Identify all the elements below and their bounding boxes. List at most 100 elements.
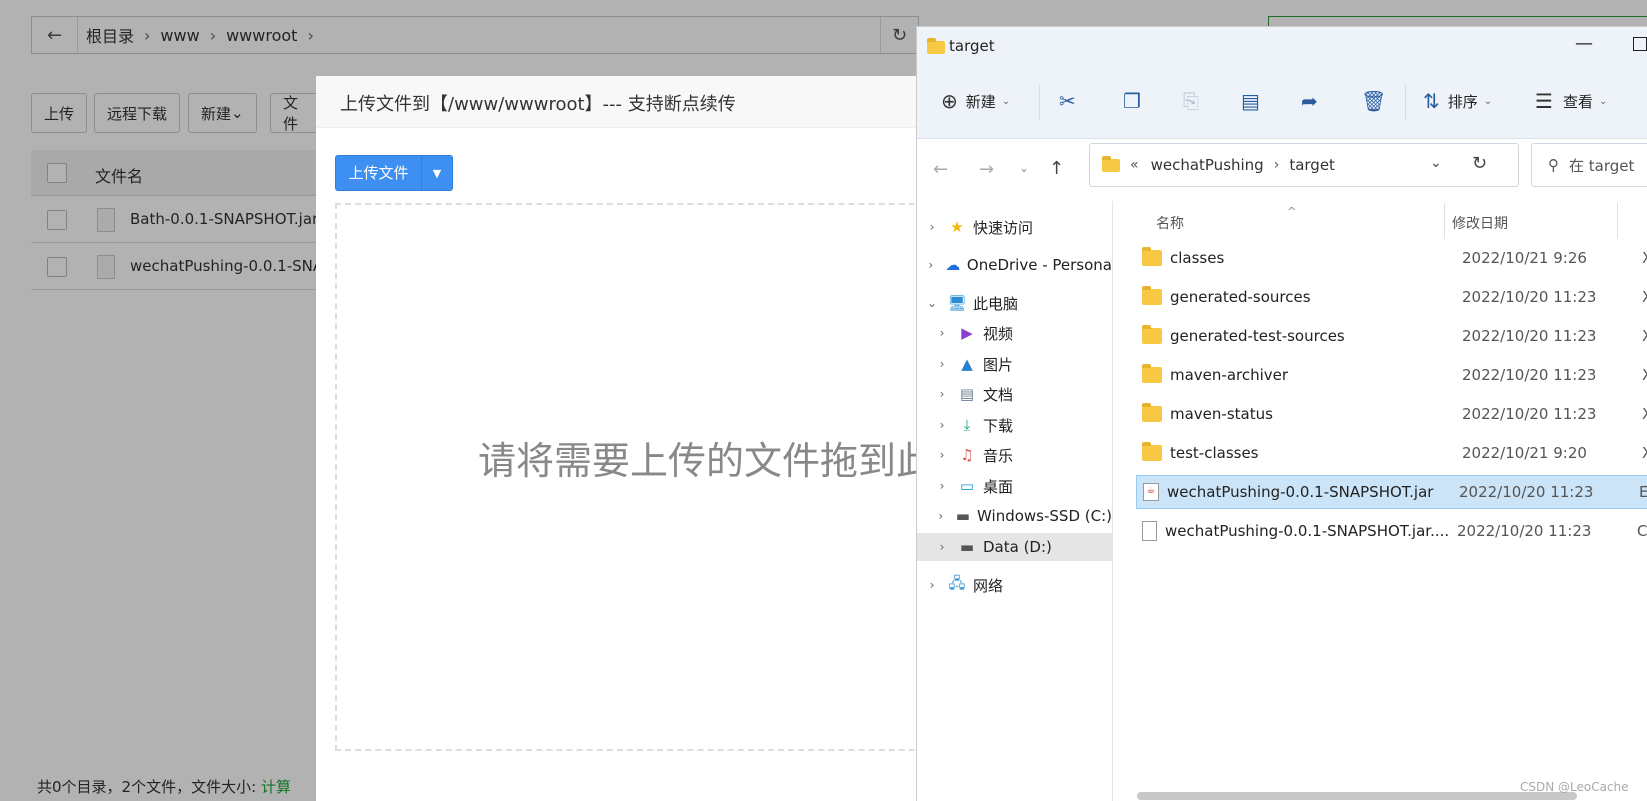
sort-arrows-icon: ⇅ <box>1423 89 1440 113</box>
paste-icon[interactable]: ⎘ <box>1183 89 1199 113</box>
toolbar-divider <box>1405 85 1406 121</box>
drive-icon: ▬ <box>955 507 970 525</box>
document-icon: ▤ <box>959 385 975 403</box>
file-date: 2022/10/20 11:23 <box>1462 288 1597 306</box>
chevron-down-icon[interactable]: ⌄ <box>1430 155 1442 171</box>
chevron-down-icon: ⌄ <box>926 296 938 310</box>
chevron-down-icon: ⌄ <box>1001 95 1011 107</box>
chevron-down-icon: ⌄ <box>1598 95 1608 107</box>
address-bar[interactable]: « wechatPushing › target ⌄ ↻ <box>1089 143 1519 187</box>
horizontal-scrollbar[interactable] <box>1137 792 1577 800</box>
chevron-right-icon: › <box>938 509 944 523</box>
nav-item-quick-access[interactable]: › ★ 快速访问 <box>917 213 1112 241</box>
cloud-icon: ☁ <box>945 256 961 274</box>
minimize-icon[interactable]: — <box>1575 33 1593 54</box>
chevron-right-icon: › <box>939 418 945 432</box>
caret-down-icon[interactable]: ▼ <box>422 167 452 180</box>
upload-file-button[interactable]: 上传文件 ▼ <box>335 155 453 191</box>
list-item[interactable]: generated-sources 2022/10/20 11:23 X <box>1136 280 1647 314</box>
sort-button[interactable]: ⇅ 排序 ⌄ <box>1423 89 1492 113</box>
maximize-icon[interactable] <box>1633 37 1647 51</box>
chevron-right-icon: › <box>939 387 945 401</box>
folder-icon <box>1142 325 1162 344</box>
desktop-icon: ▭ <box>959 477 975 495</box>
folder-icon <box>1142 286 1162 305</box>
file-name: classes <box>1170 249 1225 267</box>
nav-label: Windows-SSD (C:) <box>977 507 1112 525</box>
file-date: 2022/10/20 11:23 <box>1462 405 1597 423</box>
new-item-button[interactable]: ⊕ 新建 ⌄ <box>941 89 1010 113</box>
list-item[interactable]: generated-test-sources 2022/10/20 11:23 X <box>1136 319 1647 353</box>
address-part-target[interactable]: target <box>1289 156 1335 174</box>
file-type: X <box>1642 288 1647 306</box>
file-name: wechatPushing-0.0.1-SNAPSHOT.jar.... <box>1165 522 1450 540</box>
file-type: X <box>1642 444 1647 462</box>
rename-icon[interactable]: ▤ <box>1241 89 1260 113</box>
nav-label: 文档 <box>983 385 1014 404</box>
music-icon: ♫ <box>960 446 974 464</box>
file-name: test-classes <box>1170 444 1259 462</box>
nav-label: 视频 <box>983 324 1014 343</box>
file-date: 2022/10/20 11:23 <box>1457 522 1592 540</box>
chevron-right-icon: › <box>939 540 945 554</box>
file-date: 2022/10/21 9:20 <box>1462 444 1587 462</box>
upload-file-button-label: 上传文件 <box>336 156 422 190</box>
file-date: 2022/10/20 11:23 <box>1462 327 1597 345</box>
refresh-icon[interactable]: ↻ <box>1472 153 1487 174</box>
toolbar-divider <box>1039 85 1040 121</box>
overflow-chevron-icon[interactable]: « <box>1130 157 1139 173</box>
nav-item-network[interactable]: › 🖧 网络 <box>917 571 1112 599</box>
up-arrow-icon[interactable]: ↑ <box>1049 158 1064 179</box>
video-icon: ▶ <box>961 324 973 342</box>
nav-item-music[interactable]: › ♫ 音乐 <box>917 441 1112 469</box>
file-name: wechatPushing-0.0.1-SNAPSHOT.jar <box>1167 483 1434 501</box>
view-label: 查看 <box>1562 92 1593 111</box>
file-date: 2022/10/20 11:23 <box>1459 483 1594 501</box>
folder-icon <box>1102 155 1120 172</box>
file-name: generated-test-sources <box>1170 327 1345 345</box>
nav-item-downloads[interactable]: › ⤓ 下载 <box>917 411 1112 439</box>
recent-locations-icon[interactable]: ⌄ <box>1019 161 1029 175</box>
folder-icon <box>1142 442 1162 461</box>
nav-label: 音乐 <box>983 446 1014 465</box>
view-list-icon: ☰ <box>1535 89 1553 113</box>
nav-item-videos[interactable]: › ▶ 视频 <box>917 319 1112 347</box>
view-button[interactable]: ☰ 查看 ⌄ <box>1535 89 1607 113</box>
list-item[interactable]: test-classes 2022/10/21 9:20 X <box>1136 436 1647 470</box>
nav-item-drive-d[interactable]: › ▬ Data (D:) <box>917 533 1112 561</box>
list-item[interactable]: wechatPushing-0.0.1-SNAPSHOT.jar.... 2022… <box>1136 514 1647 548</box>
search-icon: ⚲ <box>1548 156 1559 174</box>
file-type: E <box>1639 483 1647 501</box>
modal-title: 上传文件到【/www/wwwroot】--- 支持断点续传 <box>316 76 916 128</box>
chevron-down-icon: ⌄ <box>1483 95 1493 107</box>
search-box[interactable]: ⚲ 在 target <box>1531 143 1647 187</box>
list-item[interactable]: ☕ wechatPushing-0.0.1-SNAPSHOT.jar 2022/10… <box>1136 475 1647 509</box>
list-item[interactable]: maven-status 2022/10/20 11:23 X <box>1136 397 1647 431</box>
copy-icon[interactable]: ❐ <box>1123 89 1141 113</box>
column-header-name[interactable]: 名称 <box>1156 213 1184 233</box>
cut-icon[interactable]: ✂ <box>1059 89 1076 113</box>
nav-item-drive-c[interactable]: › ▬ Windows-SSD (C:) <box>917 502 1112 530</box>
chevron-right-icon: › <box>939 326 945 340</box>
nav-item-desktop[interactable]: › ▭ 桌面 <box>917 472 1112 500</box>
star-icon: ★ <box>950 218 964 236</box>
share-icon[interactable]: ➦ <box>1301 89 1318 113</box>
nav-item-pictures[interactable]: › ▲ 图片 <box>917 350 1112 378</box>
nav-item-this-pc[interactable]: ⌄ 🖥 此电脑 <box>917 289 1112 317</box>
chevron-right-icon: › <box>939 448 945 462</box>
nav-item-documents[interactable]: › ▤ 文档 <box>917 380 1112 408</box>
file-type: X <box>1642 249 1647 267</box>
sort-indicator-icon: ^ <box>1287 205 1297 218</box>
column-header-modified[interactable]: 修改日期 <box>1452 213 1508 233</box>
back-arrow-icon[interactable]: ← <box>933 159 948 180</box>
forward-arrow-icon[interactable]: → <box>979 159 994 180</box>
list-item[interactable]: maven-archiver 2022/10/20 11:23 X <box>1136 358 1647 392</box>
delete-icon[interactable]: 🗑 <box>1361 89 1386 113</box>
list-item[interactable]: classes 2022/10/21 9:26 X <box>1136 241 1647 275</box>
jar-file-icon: ☕ <box>1143 483 1159 501</box>
sort-label: 排序 <box>1447 92 1478 111</box>
file-date: 2022/10/21 9:26 <box>1462 249 1587 267</box>
address-part-wechatpushing[interactable]: wechatPushing <box>1151 156 1264 174</box>
window-title: target <box>949 37 995 55</box>
nav-item-onedrive[interactable]: › ☁ OneDrive - Persona <box>917 251 1112 279</box>
